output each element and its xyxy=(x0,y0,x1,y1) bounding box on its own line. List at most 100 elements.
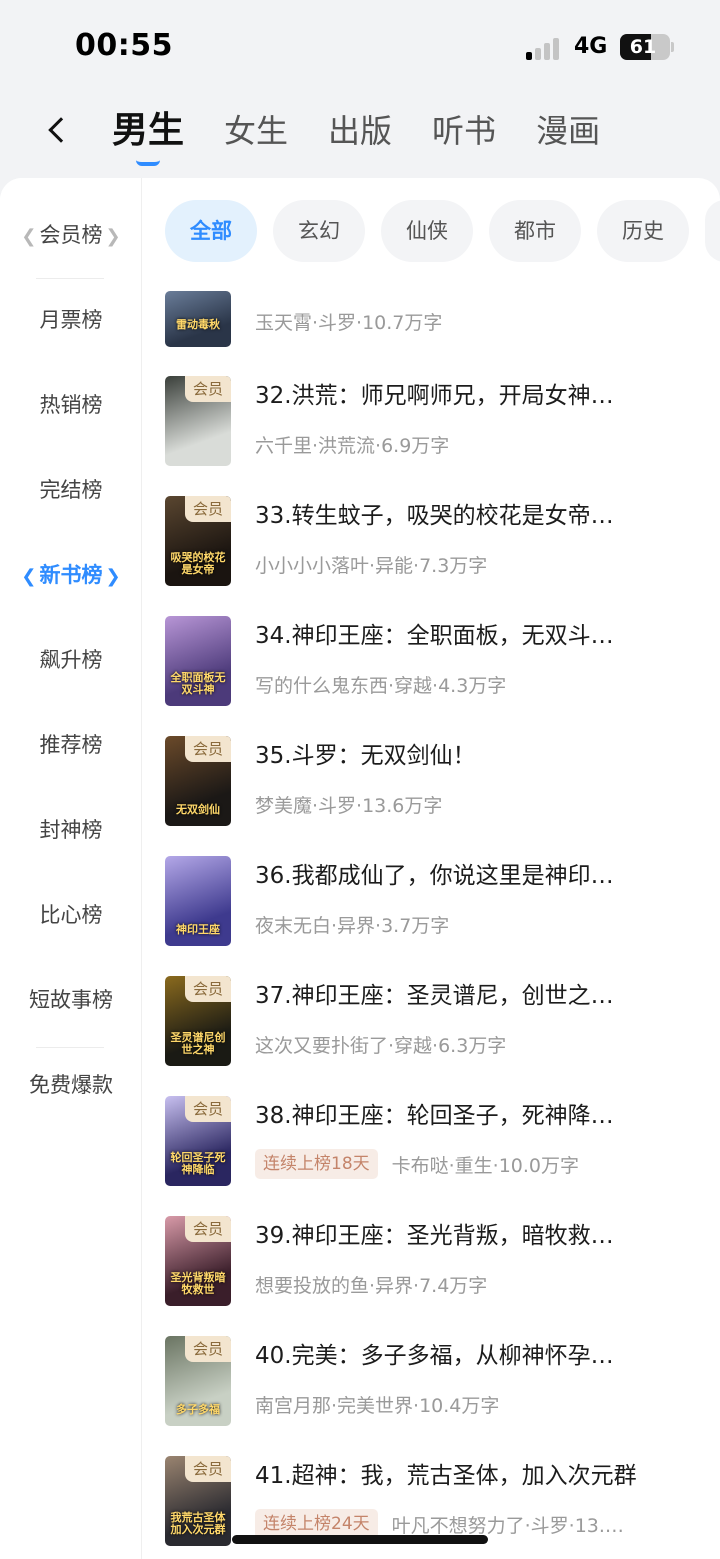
sidebar-item-1[interactable]: 月票榜 xyxy=(0,290,142,350)
book-cover: 我荒古圣体加入次元群 会员 xyxy=(165,1456,231,1546)
top-tab-2[interactable]: 出版 xyxy=(328,104,392,158)
cover-title-art: 我荒古圣体加入次元群 xyxy=(170,1511,226,1536)
category-chip-3[interactable]: 都市 xyxy=(489,200,581,262)
book-meta: 卡布哒·重生·10.0万字 xyxy=(391,1154,580,1177)
top-tab-4[interactable]: 漫画 xyxy=(536,104,600,158)
vip-badge: 会员 xyxy=(185,1336,231,1362)
laurel-right-icon: ❯ xyxy=(105,566,121,587)
cover-title-art: 全职面板无双斗神 xyxy=(170,671,226,696)
signal-strength-icon xyxy=(526,38,562,60)
book-cover: 无双剑仙 会员 xyxy=(165,736,231,826)
category-chip-1[interactable]: 玄幻 xyxy=(273,200,365,262)
sidebar-item-7[interactable]: 封神榜 xyxy=(0,800,142,860)
back-button[interactable] xyxy=(36,108,80,152)
top-tab-0[interactable]: 男生 xyxy=(112,104,185,166)
sidebar-item-0[interactable]: ❮ 会员榜 ❯ xyxy=(0,205,142,265)
book-meta: 玉天霄·斗罗·10.7万字 xyxy=(255,311,443,334)
category-chip-more[interactable] xyxy=(705,200,720,262)
category-chips: 全部 玄幻 仙侠 都市 历史 xyxy=(165,200,720,262)
sidebar-item-9[interactable]: 短故事榜 xyxy=(0,970,142,1030)
vip-badge: 会员 xyxy=(185,976,231,1002)
sidebar-item-label: 飙升榜 xyxy=(39,648,103,672)
sidebar-item-2[interactable]: 热销榜 xyxy=(0,375,142,435)
book-row[interactable]: 圣光背叛暗牧救世 会员 39.神印王座：圣光背叛，暗牧救… 想要投放的鱼·异界·7.4… xyxy=(165,1216,705,1312)
sidebar-item-label: 封神榜 xyxy=(39,818,103,842)
book-meta: 想要投放的鱼·异界·7.4万字 xyxy=(255,1274,488,1297)
top-tab-label: 男生 xyxy=(112,110,185,151)
book-meta-row: 夜末无白·异界·3.7万字 xyxy=(255,906,705,942)
sidebar-item-10[interactable]: 免费爆款 xyxy=(0,1055,142,1115)
book-meta-row: 南宫月那·完美世界·10.4万字 xyxy=(255,1386,705,1422)
book-cover: 雷动毒秋 xyxy=(165,291,231,347)
battery-cap xyxy=(671,42,674,52)
sidebar-item-8[interactable]: 比心榜 xyxy=(0,885,142,945)
top-tab-label: 漫画 xyxy=(536,112,601,150)
book-row[interactable]: 雷动毒秋 玉天霄·斗罗·10.7万字 xyxy=(165,291,705,349)
category-chip-4[interactable]: 历史 xyxy=(597,200,689,262)
ranking-sidebar: ❮ 会员榜 ❯ 月票榜 热销榜 完结榜 ❮ 新书榜 ❯ 飙升榜 推荐榜 封神榜 比心榜 短故事榜 免费爆款 xyxy=(0,178,142,1559)
book-row[interactable]: 吸哭的校花是女帝 会员 33.转生蚊子，吸哭的校花是女帝… 小小小小落叶·异能·7.3… xyxy=(165,496,705,592)
book-meta-row: 写的什么鬼东西·穿越·4.3万字 xyxy=(255,666,705,702)
vip-badge: 会员 xyxy=(185,376,231,402)
sidebar-item-3[interactable]: 完结榜 xyxy=(0,460,142,520)
vip-badge: 会员 xyxy=(185,1456,231,1482)
top-tab-3[interactable]: 听书 xyxy=(432,104,496,158)
book-row[interactable]: 轮回圣子死神降临 会员 38.神印王座：轮回圣子，死神降… 连续上榜18天 卡布哒·重生… xyxy=(165,1096,705,1192)
battery-icon: 61 xyxy=(620,34,670,60)
status-time: 00:55 xyxy=(75,28,173,63)
book-meta: 六千里·洪荒流·6.9万字 xyxy=(255,434,450,457)
sidebar-item-label: 新书榜 xyxy=(39,563,103,587)
top-tab-label: 女生 xyxy=(224,112,289,150)
book-row[interactable]: 神印王座 36.我都成仙了，你说这里是神印… 夜末无白·异界·3.7万字 xyxy=(165,856,705,952)
book-title: 37.神印王座：圣灵谱尼，创世之… xyxy=(255,983,614,1009)
book-meta-row: 梦美魔·斗罗·13.6万字 xyxy=(255,786,705,822)
book-cover: 全职面板无双斗神 xyxy=(165,616,231,706)
book-meta: 叶凡不想努力了·斗罗·13.… xyxy=(391,1514,624,1537)
book-row[interactable]: 圣灵谱尼创世之神 会员 37.神印王座：圣灵谱尼，创世之… 这次又要扑街了·穿越·6.… xyxy=(165,976,705,1072)
book-title: 40.完美：多子多福，从柳神怀孕… xyxy=(255,1343,614,1369)
laurel-left-icon: ❮ xyxy=(21,566,37,587)
laurel-right-icon: ❯ xyxy=(105,226,121,247)
book-title: 35.斗罗：无双剑仙！ xyxy=(255,743,476,769)
book-meta-row: 这次又要扑街了·穿越·6.3万字 xyxy=(255,1026,705,1062)
sidebar-item-label: 推荐榜 xyxy=(39,733,103,757)
book-cover: 会员 xyxy=(165,376,231,466)
book-row[interactable]: 无双剑仙 会员 35.斗罗：无双剑仙！ 梦美魔·斗罗·13.6万字 xyxy=(165,736,705,832)
battery-level: 61 xyxy=(629,36,657,58)
sidebar-item-5[interactable]: 飙升榜 xyxy=(0,630,142,690)
vip-badge: 会员 xyxy=(185,736,231,762)
sidebar-item-label: 比心榜 xyxy=(39,903,103,927)
cover-title-art: 神印王座 xyxy=(176,923,220,936)
vip-badge: 会员 xyxy=(185,1096,231,1122)
book-cover: 圣灵谱尼创世之神 会员 xyxy=(165,976,231,1066)
sidebar-item-label: 免费爆款 xyxy=(29,1073,113,1097)
chevron-left-icon xyxy=(48,117,74,143)
top-tab-1[interactable]: 女生 xyxy=(224,104,288,158)
book-cover: 轮回圣子死神降临 会员 xyxy=(165,1096,231,1186)
cover-title-art: 雷动毒秋 xyxy=(176,318,220,331)
top-tab-label: 出版 xyxy=(328,112,393,150)
sidebar-item-label: 会员榜 xyxy=(39,223,103,247)
cover-title-art: 吸哭的校花是女帝 xyxy=(170,551,226,576)
top-tab-label: 听书 xyxy=(432,112,497,150)
book-row[interactable]: 多子多福 会员 40.完美：多子多福，从柳神怀孕… 南宫月那·完美世界·10.4万字 xyxy=(165,1336,705,1432)
sidebar-item-6[interactable]: 推荐榜 xyxy=(0,715,142,775)
ranking-streak-tag: 连续上榜18天 xyxy=(255,1149,378,1179)
book-cover: 吸哭的校花是女帝 会员 xyxy=(165,496,231,586)
category-chip-0[interactable]: 全部 xyxy=(165,200,257,262)
book-cover: 神印王座 xyxy=(165,856,231,946)
book-title: 39.神印王座：圣光背叛，暗牧救… xyxy=(255,1223,614,1249)
book-meta-row: 小小小小落叶·异能·7.3万字 xyxy=(255,546,705,582)
cover-title-art: 轮回圣子死神降临 xyxy=(170,1151,226,1176)
book-meta-row: 六千里·洪荒流·6.9万字 xyxy=(255,426,705,462)
book-meta-row: 玉天霄·斗罗·10.7万字 xyxy=(255,303,705,339)
sidebar-item-4[interactable]: ❮ 新书榜 ❯ xyxy=(0,545,142,605)
status-bar: 00:55 4G 61 xyxy=(0,0,720,96)
sidebar-item-label: 完结榜 xyxy=(39,478,103,502)
book-meta: 写的什么鬼东西·穿越·4.3万字 xyxy=(255,674,507,697)
book-meta: 梦美魔·斗罗·13.6万字 xyxy=(255,794,443,817)
book-row[interactable]: 全职面板无双斗神 34.神印王座：全职面板，无双斗… 写的什么鬼东西·穿越·4.3万… xyxy=(165,616,705,712)
category-chip-2[interactable]: 仙侠 xyxy=(381,200,473,262)
cover-title-art: 多子多福 xyxy=(176,1403,220,1416)
book-row[interactable]: 会员 32.洪荒：师兄啊师兄，开局女神… 六千里·洪荒流·6.9万字 xyxy=(165,376,705,472)
